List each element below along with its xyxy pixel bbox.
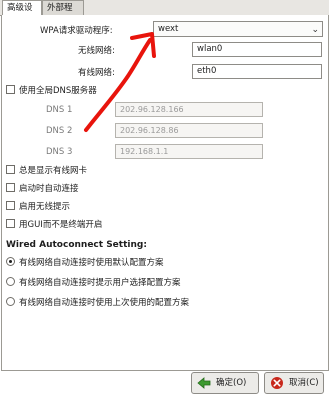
wpa-driver-label: WPA请求驱动程序: (40, 26, 113, 36)
dns3-input[interactable]: 192.168.1.1 (115, 144, 263, 159)
radio-use-default-profile[interactable] (6, 257, 15, 266)
radio-prompt-profile-label: 有线网络自动连接时提示用户选择配置方案 (19, 278, 181, 288)
dns2-label: DNS 2 (46, 126, 73, 136)
wpa-driver-value: wext (158, 24, 179, 34)
wired-autoconnect-heading: Wired Autoconnect Setting: (6, 240, 147, 250)
tab-external-programs[interactable]: 外部程序 (42, 0, 84, 28)
global-dns-checkbox[interactable] (6, 85, 15, 94)
auto-connect-checkbox[interactable] (6, 183, 15, 192)
radio-use-last-profile[interactable] (6, 297, 15, 306)
wireless-notify-label: 启用无线提示 (19, 202, 71, 212)
chevron-down-icon: ⌄ (311, 25, 319, 35)
wireless-notify-checkbox[interactable] (6, 201, 15, 210)
use-gui-label: 用GUI而不是终端开启 (19, 220, 103, 230)
cancel-button[interactable]: 取消(C) (264, 372, 324, 394)
dns3-label: DNS 3 (46, 147, 73, 157)
arrow-left-icon (197, 377, 211, 389)
ok-button[interactable]: 确定(O) (191, 372, 259, 394)
wireless-interface-input[interactable]: wlan0 (192, 42, 322, 57)
ok-button-label: 确定(O) (216, 378, 247, 388)
auto-connect-label: 启动时自动连接 (19, 184, 79, 194)
radio-prompt-profile[interactable] (6, 277, 15, 286)
global-dns-label: 使用全局DNS服务器 (19, 86, 97, 96)
tab-bar: 高级设置 外部程序 (0, 0, 329, 28)
cancel-button-label: 取消(C) (289, 378, 319, 388)
use-gui-checkbox[interactable] (6, 219, 15, 228)
radio-use-default-profile-label: 有线网络自动连接时使用默认配置方案 (19, 258, 164, 268)
dns2-input[interactable]: 202.96.128.86 (115, 123, 263, 138)
wireless-interface-label: 无线网络: (78, 46, 115, 56)
cancel-icon (271, 377, 283, 389)
wired-interface-label: 有线网络: (78, 68, 115, 78)
always-show-wired-checkbox[interactable] (6, 165, 15, 174)
dns1-label: DNS 1 (46, 105, 73, 115)
radio-use-last-profile-label: 有线网络自动连接时使用上次使用的配置方案 (19, 298, 190, 308)
tab-advanced-settings[interactable]: 高级设置 (2, 0, 42, 28)
dns1-input[interactable]: 202.96.128.166 (115, 102, 263, 117)
wpa-driver-select[interactable]: wext ⌄ (153, 21, 323, 37)
always-show-wired-label: 总是显示有线网卡 (19, 166, 88, 176)
wired-interface-input[interactable]: eth0 (192, 64, 322, 79)
